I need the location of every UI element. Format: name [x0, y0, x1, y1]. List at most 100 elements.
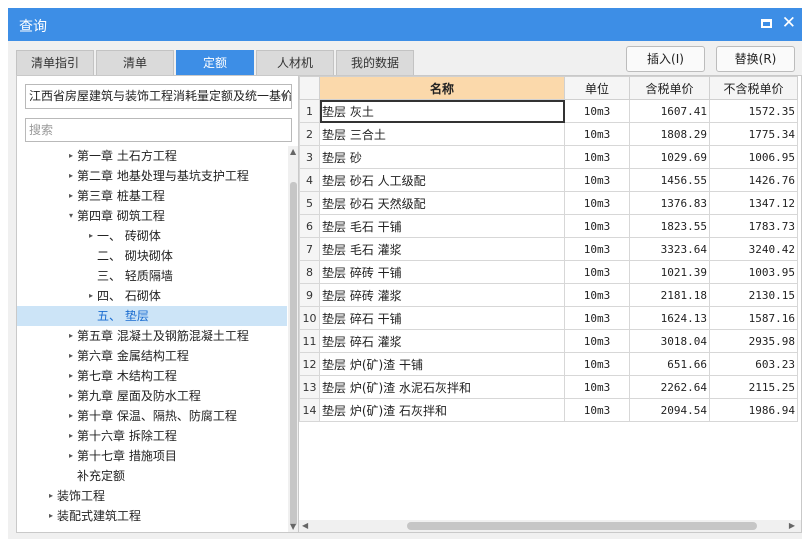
row-number-cell[interactable]: 1: [299, 99, 320, 123]
name-cell[interactable]: 垫层 砂: [319, 145, 565, 169]
unit-cell[interactable]: 10m3: [564, 306, 630, 330]
maximize-icon[interactable]: [761, 19, 772, 28]
row-number-cell[interactable]: 11: [299, 329, 320, 353]
price-notax-cell[interactable]: 1783.73: [709, 214, 798, 238]
tree-item[interactable]: 二、 砌块砌体: [17, 246, 287, 266]
scroll-up-icon[interactable]: ▲: [290, 147, 296, 156]
row-number-cell[interactable]: 7: [299, 237, 320, 261]
tab-my-data[interactable]: 我的数据: [336, 50, 414, 75]
row-number-cell[interactable]: 6: [299, 214, 320, 238]
price-tax-cell[interactable]: 2262.64: [629, 375, 710, 399]
table-row[interactable]: 7 垫层 毛石 灌浆 10m3 3323.64 3240.42: [299, 237, 798, 261]
name-cell[interactable]: 垫层 碎砖 干铺: [319, 260, 565, 284]
horizontal-scroll-thumb[interactable]: [407, 522, 757, 530]
price-notax-cell[interactable]: 2115.25: [709, 375, 798, 399]
unit-cell[interactable]: 10m3: [564, 283, 630, 307]
name-cell[interactable]: 垫层 碎砖 灌浆: [319, 283, 565, 307]
row-number-cell[interactable]: 9: [299, 283, 320, 307]
name-cell[interactable]: 垫层 砂石 人工级配: [319, 168, 565, 192]
table-row[interactable]: 1 垫层 灰土 10m3 1607.41 1572.35: [299, 99, 798, 123]
name-cell[interactable]: 垫层 三合土: [319, 122, 565, 146]
scroll-right-icon[interactable]: ▶: [789, 520, 795, 532]
price-tax-cell[interactable]: 1624.13: [629, 306, 710, 330]
price-tax-cell[interactable]: 3018.04: [629, 329, 710, 353]
row-number-cell[interactable]: 14: [299, 398, 320, 422]
price-tax-cell[interactable]: 1456.55: [629, 168, 710, 192]
price-tax-cell[interactable]: 1021.39: [629, 260, 710, 284]
price-notax-cell[interactable]: 1572.35: [709, 99, 798, 123]
unit-cell[interactable]: 10m3: [564, 375, 630, 399]
row-number-cell[interactable]: 10: [299, 306, 320, 330]
tree-item[interactable]: ▸ 装配式建筑工程: [17, 506, 287, 526]
column-header-price-notax[interactable]: 不含税单价: [709, 76, 798, 100]
tree-item[interactable]: ▸ 第三章 桩基工程: [17, 186, 287, 206]
name-cell[interactable]: 垫层 碎石 干铺: [319, 306, 565, 330]
price-tax-cell[interactable]: 1823.55: [629, 214, 710, 238]
price-tax-cell[interactable]: 1376.83: [629, 191, 710, 215]
unit-cell[interactable]: 10m3: [564, 260, 630, 284]
tree-item[interactable]: ▸ 第九章 屋面及防水工程: [17, 386, 287, 406]
price-tax-cell[interactable]: 1808.29: [629, 122, 710, 146]
caret-right-icon[interactable]: ▸: [49, 506, 53, 526]
chevron-down-icon[interactable]: ▼: [281, 85, 287, 108]
unit-cell[interactable]: 10m3: [564, 329, 630, 353]
table-row[interactable]: 2 垫层 三合土 10m3 1808.29 1775.34: [299, 122, 798, 146]
tab-bill[interactable]: 清单: [96, 50, 174, 75]
table-row[interactable]: 14 垫层 炉(矿)渣 石灰拌和 10m3 2094.54 1986.94: [299, 398, 798, 422]
name-cell[interactable]: 垫层 毛石 灌浆: [319, 237, 565, 261]
price-tax-cell[interactable]: 1029.69: [629, 145, 710, 169]
unit-cell[interactable]: 10m3: [564, 99, 630, 123]
row-number-cell[interactable]: 8: [299, 260, 320, 284]
column-header-name[interactable]: 名称: [319, 76, 565, 100]
caret-right-icon[interactable]: ▸: [69, 446, 73, 466]
caret-right-icon[interactable]: ▸: [89, 226, 93, 246]
caret-right-icon[interactable]: ▸: [49, 486, 53, 506]
caret-down-icon[interactable]: ▾: [69, 206, 73, 226]
name-cell[interactable]: 垫层 灰土: [319, 99, 565, 123]
table-row[interactable]: 4 垫层 砂石 人工级配 10m3 1456.55 1426.76: [299, 168, 798, 192]
table-row[interactable]: 3 垫层 砂 10m3 1029.69 1006.95: [299, 145, 798, 169]
price-tax-cell[interactable]: 651.66: [629, 352, 710, 376]
table-row[interactable]: 12 垫层 炉(矿)渣 干铺 10m3 651.66 603.23: [299, 352, 798, 376]
price-tax-cell[interactable]: 3323.64: [629, 237, 710, 261]
price-notax-cell[interactable]: 2935.98: [709, 329, 798, 353]
table-row[interactable]: 11 垫层 碎石 灌浆 10m3 3018.04 2935.98: [299, 329, 798, 353]
tree-item[interactable]: ▸ 装饰工程: [17, 486, 287, 506]
search-input[interactable]: [25, 118, 292, 142]
price-notax-cell[interactable]: 1003.95: [709, 260, 798, 284]
tree-item[interactable]: ▸ 第二章 地基处理与基坑支护工程: [17, 166, 287, 186]
caret-right-icon[interactable]: ▸: [69, 386, 73, 406]
unit-cell[interactable]: 10m3: [564, 398, 630, 422]
price-notax-cell[interactable]: 1986.94: [709, 398, 798, 422]
row-number-cell[interactable]: 2: [299, 122, 320, 146]
tree-item[interactable]: ▸ 第一章 土石方工程: [17, 146, 287, 166]
unit-cell[interactable]: 10m3: [564, 145, 630, 169]
scroll-left-icon[interactable]: ◀: [302, 520, 308, 532]
price-notax-cell[interactable]: 1426.76: [709, 168, 798, 192]
tab-labor-material[interactable]: 人材机: [256, 50, 334, 75]
price-notax-cell[interactable]: 603.23: [709, 352, 798, 376]
column-header-price-tax[interactable]: 含税单价: [629, 76, 710, 100]
caret-right-icon[interactable]: ▸: [69, 366, 73, 386]
unit-cell[interactable]: 10m3: [564, 352, 630, 376]
table-row[interactable]: 5 垫层 砂石 天然级配 10m3 1376.83 1347.12: [299, 191, 798, 215]
unit-cell[interactable]: 10m3: [564, 237, 630, 261]
close-icon[interactable]: ✕: [782, 13, 796, 33]
row-number-cell[interactable]: 13: [299, 375, 320, 399]
price-notax-cell[interactable]: 1347.12: [709, 191, 798, 215]
scroll-thumb[interactable]: [290, 182, 297, 526]
price-tax-cell[interactable]: 2094.54: [629, 398, 710, 422]
price-tax-cell[interactable]: 1607.41: [629, 99, 710, 123]
row-number-cell[interactable]: 4: [299, 168, 320, 192]
caret-right-icon[interactable]: ▸: [69, 346, 73, 366]
tab-quota[interactable]: 定额: [176, 50, 254, 75]
caret-right-icon[interactable]: ▸: [89, 286, 93, 306]
table-row[interactable]: 13 垫层 炉(矿)渣 水泥石灰拌和 10m3 2262.64 2115.25: [299, 375, 798, 399]
tree-item[interactable]: ▸ 第五章 混凝土及钢筋混凝土工程: [17, 326, 287, 346]
caret-right-icon[interactable]: ▸: [69, 426, 73, 446]
unit-cell[interactable]: 10m3: [564, 122, 630, 146]
caret-right-icon[interactable]: ▸: [69, 326, 73, 346]
price-notax-cell[interactable]: 1775.34: [709, 122, 798, 146]
table-row[interactable]: 10 垫层 碎石 干铺 10m3 1624.13 1587.16: [299, 306, 798, 330]
tree-item[interactable]: ▸ 第七章 木结构工程: [17, 366, 287, 386]
